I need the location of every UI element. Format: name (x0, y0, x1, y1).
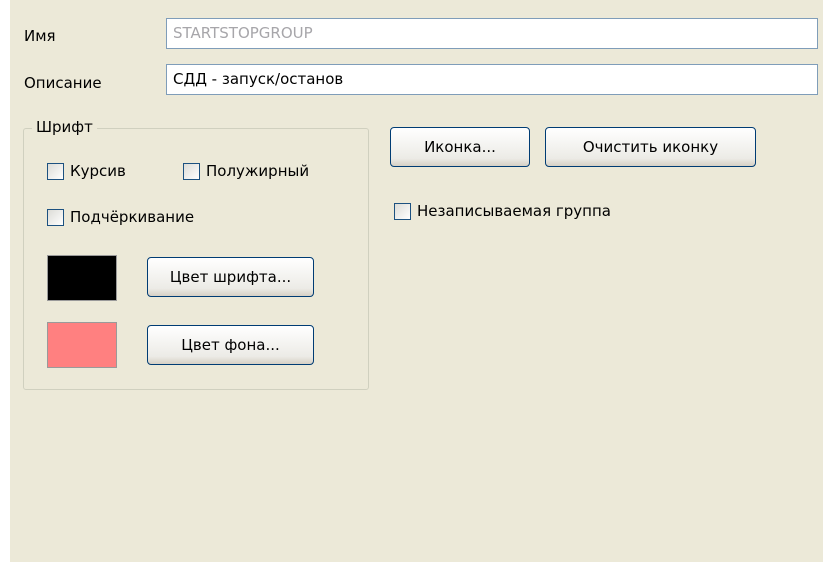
name-field[interactable]: STARTSTOPGROUP (166, 18, 818, 49)
properties-panel: Имя STARTSTOPGROUP Описание СДД - запуск… (10, 0, 823, 562)
font-group-title: Шрифт (32, 117, 97, 137)
non-recordable-checkbox[interactable]: Незаписываемая группа (394, 201, 611, 221)
name-label: Имя (24, 27, 56, 45)
italic-checkbox-label: Курсив (70, 162, 126, 180)
underline-checkbox-box[interactable] (47, 208, 64, 226)
description-field[interactable]: СДД - запуск/останов (166, 64, 818, 95)
non-recordable-checkbox-box[interactable] (394, 202, 411, 220)
underline-checkbox-label: Подчёркивание (70, 208, 195, 226)
italic-checkbox[interactable]: Курсив (47, 161, 126, 181)
non-recordable-checkbox-label: Незаписываемая группа (417, 202, 611, 220)
icon-button[interactable]: Иконка... (390, 127, 530, 167)
underline-checkbox[interactable]: Подчёркивание (47, 207, 194, 227)
font-color-swatch (47, 255, 117, 301)
italic-checkbox-box[interactable] (47, 162, 64, 180)
description-label: Описание (24, 74, 102, 92)
font-groupbox: Шрифт Курсив Полужирный Подчёркивание Цв… (23, 117, 369, 390)
bg-color-swatch (47, 322, 117, 368)
font-color-button[interactable]: Цвет шрифта... (147, 257, 314, 297)
bold-checkbox[interactable]: Полужирный (183, 161, 309, 181)
clear-icon-button[interactable]: Очистить иконку (545, 127, 756, 167)
bold-checkbox-box[interactable] (183, 162, 200, 180)
bg-color-button[interactable]: Цвет фона... (147, 325, 314, 365)
bold-checkbox-label: Полужирный (206, 162, 310, 180)
